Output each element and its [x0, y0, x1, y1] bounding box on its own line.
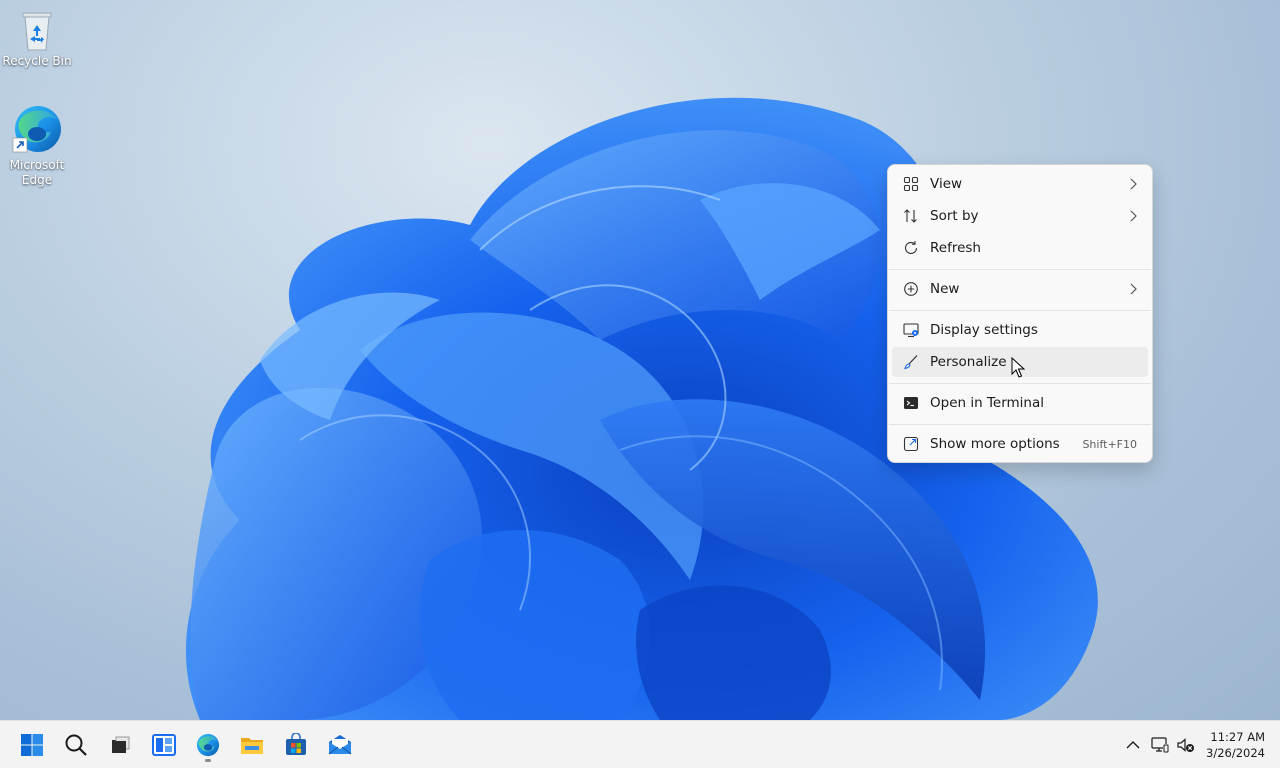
menu-separator — [889, 424, 1151, 425]
search-icon — [65, 734, 87, 756]
edge-icon — [12, 106, 61, 153]
menu-separator — [889, 383, 1151, 384]
clock-date: 3/26/2024 — [1206, 746, 1265, 760]
refresh-icon — [904, 241, 918, 254]
network-icon — [1151, 737, 1169, 753]
file-explorer-button[interactable] — [236, 729, 268, 761]
menu-item-sort-by-label: Sort by — [930, 208, 979, 224]
terminal-icon — [904, 397, 918, 409]
task-view-icon — [112, 736, 130, 753]
show-hidden-icons-button[interactable] — [1123, 735, 1143, 755]
taskbar-edge-button[interactable] — [192, 729, 224, 762]
taskbar: 11:27 AM 3/26/2024 — [0, 720, 1280, 768]
desktop-context-menu: View Sort by Refresh New Display setting… — [887, 164, 1153, 463]
menu-item-refresh[interactable]: Refresh — [892, 233, 1148, 263]
clock-time: 11:27 AM — [1210, 730, 1265, 744]
system-clock[interactable]: 11:27 AM 3/26/2024 — [1206, 729, 1265, 761]
active-app-indicator — [205, 759, 211, 762]
menu-item-view-label: View — [930, 176, 963, 192]
edge-icon — [196, 733, 220, 757]
chevron-right-icon — [1130, 178, 1137, 190]
menu-separator — [889, 310, 1151, 311]
brush-icon — [904, 355, 918, 370]
menu-item-display-settings-label: Display settings — [930, 322, 1038, 338]
menu-item-refresh-label: Refresh — [930, 240, 981, 256]
recycle-bin-label: Recycle Bin — [2, 54, 72, 68]
chevron-up-icon — [1126, 741, 1140, 749]
task-view-button[interactable] — [104, 729, 136, 761]
recycle-bin-icon — [22, 12, 52, 51]
mail-button[interactable] — [324, 729, 356, 761]
menu-item-sort-by[interactable]: Sort by — [892, 201, 1148, 231]
menu-item-view[interactable]: View — [892, 169, 1148, 199]
widgets-button[interactable] — [148, 729, 180, 761]
display-settings-icon — [903, 323, 919, 338]
windows-start-icon — [21, 734, 43, 756]
sort-icon — [904, 209, 917, 223]
menu-item-open-in-terminal[interactable]: Open in Terminal — [892, 388, 1148, 418]
desktop[interactable]: Recycle Bin Microsoft Edge View Sort by … — [0, 0, 1280, 720]
store-button[interactable] — [280, 729, 312, 761]
edge-label-line2: Edge — [21, 173, 53, 187]
menu-separator — [889, 269, 1151, 270]
menu-item-display-settings[interactable]: Display settings — [892, 315, 1148, 345]
show-more-icon — [903, 436, 919, 452]
desktop-icon-recycle-bin[interactable]: Recycle Bin — [1, 8, 73, 69]
start-button[interactable] — [16, 729, 48, 761]
menu-item-open-in-terminal-label: Open in Terminal — [930, 395, 1044, 411]
mail-icon — [328, 735, 352, 755]
desktop-icon-microsoft-edge[interactable]: Microsoft Edge — [1, 104, 73, 188]
chevron-right-icon — [1130, 283, 1137, 295]
menu-item-personalize-label: Personalize — [930, 354, 1007, 370]
menu-item-show-more-options-label: Show more options — [930, 436, 1060, 452]
view-grid-icon — [903, 176, 919, 192]
search-button[interactable] — [60, 729, 92, 761]
mouse-cursor-icon — [1011, 357, 1025, 378]
menu-item-show-more-options[interactable]: Show more options Shift+F10 — [892, 429, 1148, 459]
menu-item-new[interactable]: New — [892, 274, 1148, 304]
folder-icon — [241, 738, 263, 754]
volume-muted-icon — [1177, 738, 1194, 752]
store-icon — [286, 733, 306, 755]
widgets-icon — [152, 734, 176, 756]
network-status-button[interactable] — [1150, 735, 1170, 755]
edge-label-line1: Microsoft — [9, 158, 65, 172]
volume-button[interactable] — [1176, 735, 1196, 755]
shortcut-shift-f10: Shift+F10 — [1082, 438, 1137, 451]
chevron-right-icon — [1130, 210, 1137, 222]
new-plus-icon — [904, 282, 918, 296]
menu-item-new-label: New — [930, 281, 960, 297]
